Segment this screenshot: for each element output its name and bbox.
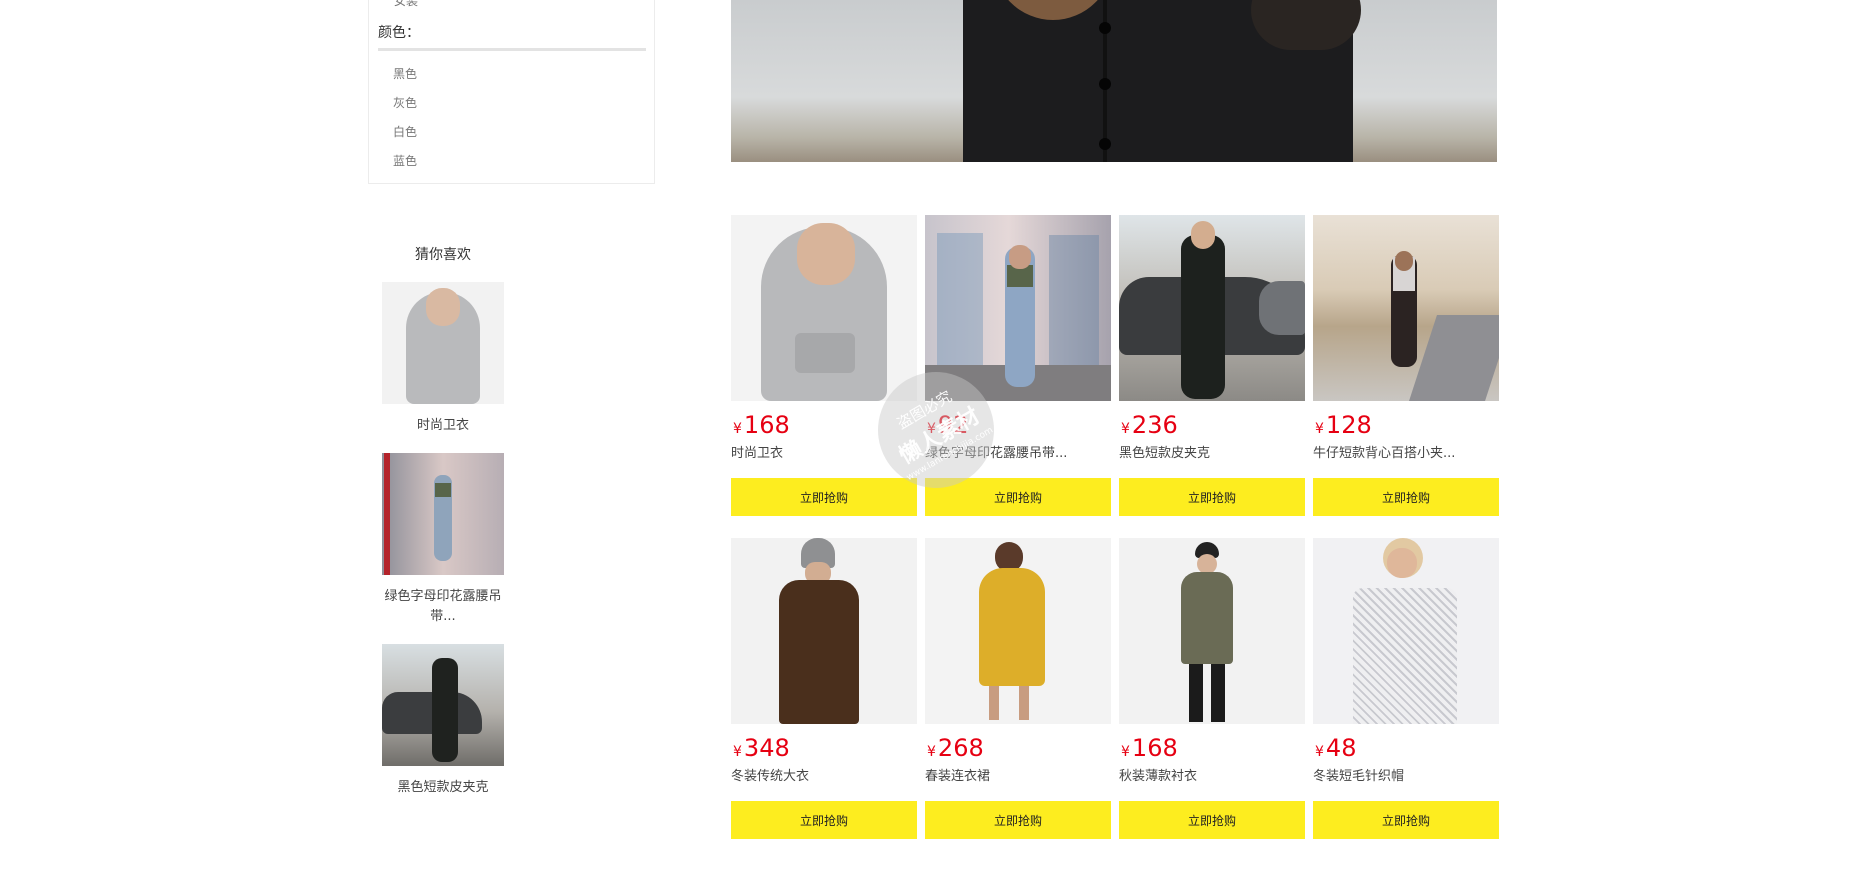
color-option-black[interactable]: 黑色 xyxy=(393,61,417,90)
color-options: 黑色 灰色 白色 蓝色 xyxy=(393,61,417,177)
product-card: ¥348 冬装传统大衣 立即抢购 xyxy=(731,538,917,839)
product-image[interactable] xyxy=(1119,215,1305,401)
buy-now-button[interactable]: 立即抢购 xyxy=(731,478,917,516)
buy-now-button[interactable]: 立即抢购 xyxy=(1119,801,1305,839)
color-option-blue[interactable]: 蓝色 xyxy=(393,148,417,177)
product-image[interactable] xyxy=(925,538,1111,724)
guess-item[interactable]: 绿色字母印花露腰吊带... xyxy=(368,453,518,627)
product-price: ¥268 xyxy=(927,734,984,762)
guess-item-image[interactable] xyxy=(382,453,504,575)
product-card: ¥92 绿色字母印花露腰吊带... 立即抢购 xyxy=(925,215,1111,516)
banner-button-dot xyxy=(1099,22,1111,34)
guess-item[interactable]: 时尚卫衣 xyxy=(368,282,518,436)
product-card: ¥236 黑色短款皮夹克 立即抢购 xyxy=(1119,215,1305,516)
product-image[interactable] xyxy=(1313,538,1499,724)
color-option-gray[interactable]: 灰色 xyxy=(393,90,417,119)
product-name[interactable]: 冬装传统大衣 xyxy=(731,765,917,784)
banner-image[interactable] xyxy=(731,0,1497,162)
divider xyxy=(378,48,646,51)
guess-item-name[interactable]: 时尚卫衣 xyxy=(368,416,518,436)
product-card: ¥168 秋装薄款衬衣 立即抢购 xyxy=(1119,538,1305,839)
product-name[interactable]: 黑色短款皮夹克 xyxy=(1119,442,1305,461)
color-option-white[interactable]: 白色 xyxy=(393,119,417,148)
product-image[interactable] xyxy=(731,215,917,401)
guess-item-name[interactable]: 绿色字母印花露腰吊带... xyxy=(383,587,503,627)
product-name[interactable]: 秋装薄款衬衣 xyxy=(1119,765,1305,784)
product-image[interactable] xyxy=(731,538,917,724)
color-filter-title: 颜色： xyxy=(378,25,420,41)
buy-now-button[interactable]: 立即抢购 xyxy=(1313,478,1499,516)
product-name[interactable]: 牛仔短款背心百搭小夹... xyxy=(1313,442,1499,461)
product-price: ¥128 xyxy=(1315,411,1372,439)
product-name[interactable]: 春装连衣裙 xyxy=(925,765,1111,784)
banner-button-dot xyxy=(1099,138,1111,150)
product-image[interactable] xyxy=(1313,215,1499,401)
guess-item-name[interactable]: 黑色短款皮夹克 xyxy=(368,778,518,798)
product-price: ¥168 xyxy=(1121,734,1178,762)
guess-item-image[interactable] xyxy=(382,644,504,766)
product-card: ¥128 牛仔短款背心百搭小夹... 立即抢购 xyxy=(1313,215,1499,516)
buy-now-button[interactable]: 立即抢购 xyxy=(731,801,917,839)
filter-option-previous[interactable]: 女装 xyxy=(394,0,418,9)
product-card: ¥48 冬装短毛针织帽 立即抢购 xyxy=(1313,538,1499,839)
color-filter-panel: 女装 颜色： 黑色 灰色 白色 蓝色 xyxy=(368,0,655,184)
guess-item[interactable]: 黑色短款皮夹克 xyxy=(368,644,518,798)
product-name[interactable]: 冬装短毛针织帽 xyxy=(1313,765,1499,784)
buy-now-button[interactable]: 立即抢购 xyxy=(925,801,1111,839)
product-price: ¥168 xyxy=(733,411,790,439)
product-price: ¥48 xyxy=(1315,734,1357,762)
product-price: ¥348 xyxy=(733,734,790,762)
product-price: ¥236 xyxy=(1121,411,1178,439)
product-card: ¥168 时尚卫衣 立即抢购 xyxy=(731,215,917,516)
product-image[interactable] xyxy=(1119,538,1305,724)
buy-now-button[interactable]: 立即抢购 xyxy=(1119,478,1305,516)
guess-you-like-title: 猜你喜欢 xyxy=(415,247,471,263)
product-card: ¥268 春装连衣裙 立即抢购 xyxy=(925,538,1111,839)
buy-now-button[interactable]: 立即抢购 xyxy=(1313,801,1499,839)
product-image[interactable] xyxy=(925,215,1111,401)
guess-item-image[interactable] xyxy=(382,282,504,404)
banner-button-dot xyxy=(1099,78,1111,90)
